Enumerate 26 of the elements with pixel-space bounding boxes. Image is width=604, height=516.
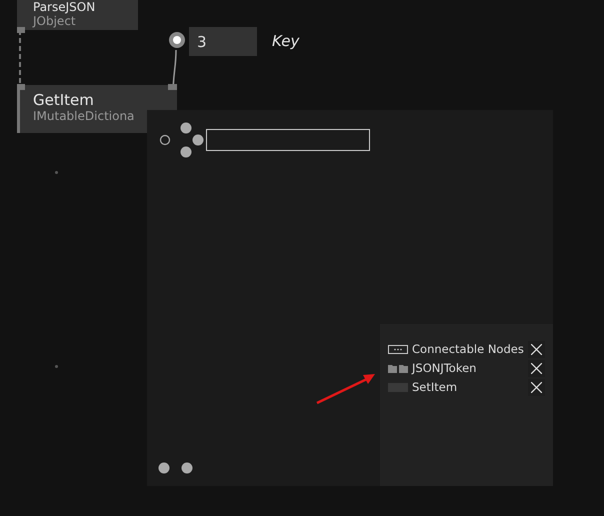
pin-icon: [168, 84, 177, 90]
folder-icon: [388, 364, 408, 373]
pointer-arrow: [315, 371, 377, 407]
node-type: IMutableDictiona: [33, 109, 136, 123]
value-input[interactable]: 3: [189, 27, 257, 56]
dot-icon: [55, 171, 58, 174]
graph-node[interactable]: ParseJSON JObject: [17, 0, 138, 30]
dots-icon: [158, 462, 194, 474]
pin-label: Key: [272, 31, 300, 52]
node-icon: [388, 383, 408, 392]
category-icon: [388, 345, 408, 354]
node-title: GetItem: [33, 91, 95, 109]
search-field[interactable]: [206, 129, 370, 151]
dashed-connector: [18, 30, 22, 85]
node-type: JObject: [33, 14, 77, 28]
close-button[interactable]: [528, 341, 545, 358]
pin-circle-icon: [168, 31, 186, 49]
close-button[interactable]: [528, 360, 545, 377]
dot-icon: [55, 365, 58, 368]
result-item[interactable]: Connectable Nodes: [412, 340, 528, 359]
result-item[interactable]: SetItem: [412, 378, 528, 397]
node-title: ParseJSON: [33, 0, 96, 14]
close-button[interactable]: [528, 379, 545, 396]
pin-icon: [17, 27, 25, 33]
dots-cluster-icon: [158, 122, 205, 158]
result-item[interactable]: JSONJToken: [412, 359, 528, 378]
